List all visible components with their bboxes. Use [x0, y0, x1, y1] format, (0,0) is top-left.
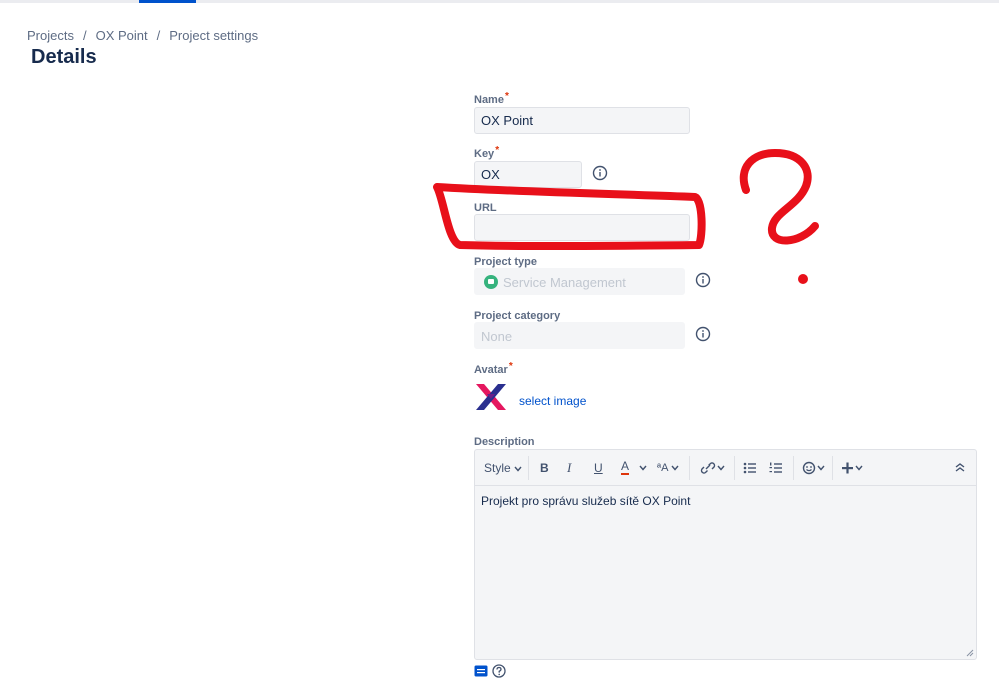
breadcrumb-separator: /: [156, 28, 161, 43]
text-color-button[interactable]: A: [621, 459, 630, 475]
toolbar-divider: [689, 456, 690, 480]
project-category-value: None: [481, 329, 513, 344]
breadcrumb-projects[interactable]: Projects: [27, 28, 74, 43]
breadcrumb: Projects / OX Point / Project settings: [27, 28, 258, 43]
resize-handle[interactable]: [966, 649, 974, 657]
chevron-down-icon: [671, 465, 679, 471]
bullet-list-icon[interactable]: [743, 461, 757, 475]
editor-footer: [474, 664, 506, 678]
help-icon[interactable]: [492, 664, 506, 678]
breadcrumb-project[interactable]: OX Point: [96, 28, 148, 43]
more-formatting-button[interactable]: ªA: [657, 459, 679, 477]
service-management-icon: [484, 275, 498, 289]
name-label: Name*: [474, 91, 509, 106]
project-type-label: Project type: [474, 256, 537, 268]
key-label-text: Key: [474, 148, 495, 160]
emoji-icon[interactable]: [802, 460, 826, 476]
required-mark: *: [508, 361, 513, 372]
toolbar-divider: [832, 456, 833, 480]
project-category-label: Project category: [474, 310, 560, 322]
project-category-label-text: Project category: [474, 310, 561, 322]
key-input[interactable]: [474, 161, 582, 188]
chevron-down-icon[interactable]: [639, 465, 647, 471]
url-label: URL: [474, 202, 497, 214]
url-input[interactable]: [474, 214, 690, 241]
project-type-value: Service Management: [503, 275, 626, 290]
underline-button[interactable]: U: [594, 459, 603, 477]
editor-toolbar: Style B I U A ªA: [475, 450, 976, 486]
required-mark: *: [504, 91, 509, 102]
breadcrumb-separator: /: [82, 28, 87, 43]
project-category-field: None: [474, 322, 685, 349]
info-icon[interactable]: [695, 272, 711, 288]
toolbar-divider: [528, 456, 529, 480]
name-input[interactable]: [474, 107, 690, 134]
chevron-down-icon: [514, 466, 522, 472]
description-editor: Style B I U A ªA Projekt pro správu služ…: [474, 449, 977, 660]
italic-button[interactable]: I: [567, 459, 571, 477]
description-label: Description: [474, 436, 535, 448]
toolbar-divider: [793, 456, 794, 480]
page-title: Details: [31, 46, 97, 68]
select-image-link[interactable]: select image: [519, 394, 586, 408]
breadcrumb-project-settings[interactable]: Project settings: [169, 28, 258, 43]
name-label-text: Name: [474, 94, 504, 106]
more-formatting-label: ªA: [657, 462, 668, 474]
info-icon[interactable]: [592, 165, 608, 181]
project-type-label-text: Project type: [474, 256, 537, 268]
bold-button[interactable]: B: [540, 459, 549, 477]
active-tab-indicator: [139, 0, 196, 3]
plus-icon[interactable]: [841, 460, 865, 476]
avatar-label-text: Avatar: [474, 364, 508, 376]
style-dropdown-label: Style: [484, 461, 511, 475]
avatar-label: Avatar*: [474, 361, 513, 376]
toolbar-divider: [734, 456, 735, 480]
annotation-question-stroke: [739, 148, 819, 245]
collapse-icon[interactable]: [954, 461, 966, 475]
key-label: Key*: [474, 145, 500, 160]
description-text[interactable]: Projekt pro správu služeb sítě OX Point: [481, 494, 690, 508]
link-icon[interactable]: [699, 460, 727, 476]
required-mark: *: [495, 145, 500, 156]
info-icon[interactable]: [695, 326, 711, 342]
project-avatar-logo: [476, 384, 506, 410]
project-type-field: Service Management: [474, 268, 685, 295]
markup-icon[interactable]: [474, 665, 488, 677]
annotation-question-dot: [798, 274, 808, 284]
numbered-list-icon[interactable]: [769, 461, 783, 475]
url-label-text: URL: [474, 202, 497, 214]
style-dropdown[interactable]: Style: [484, 459, 522, 477]
description-label-text: Description: [474, 436, 535, 448]
